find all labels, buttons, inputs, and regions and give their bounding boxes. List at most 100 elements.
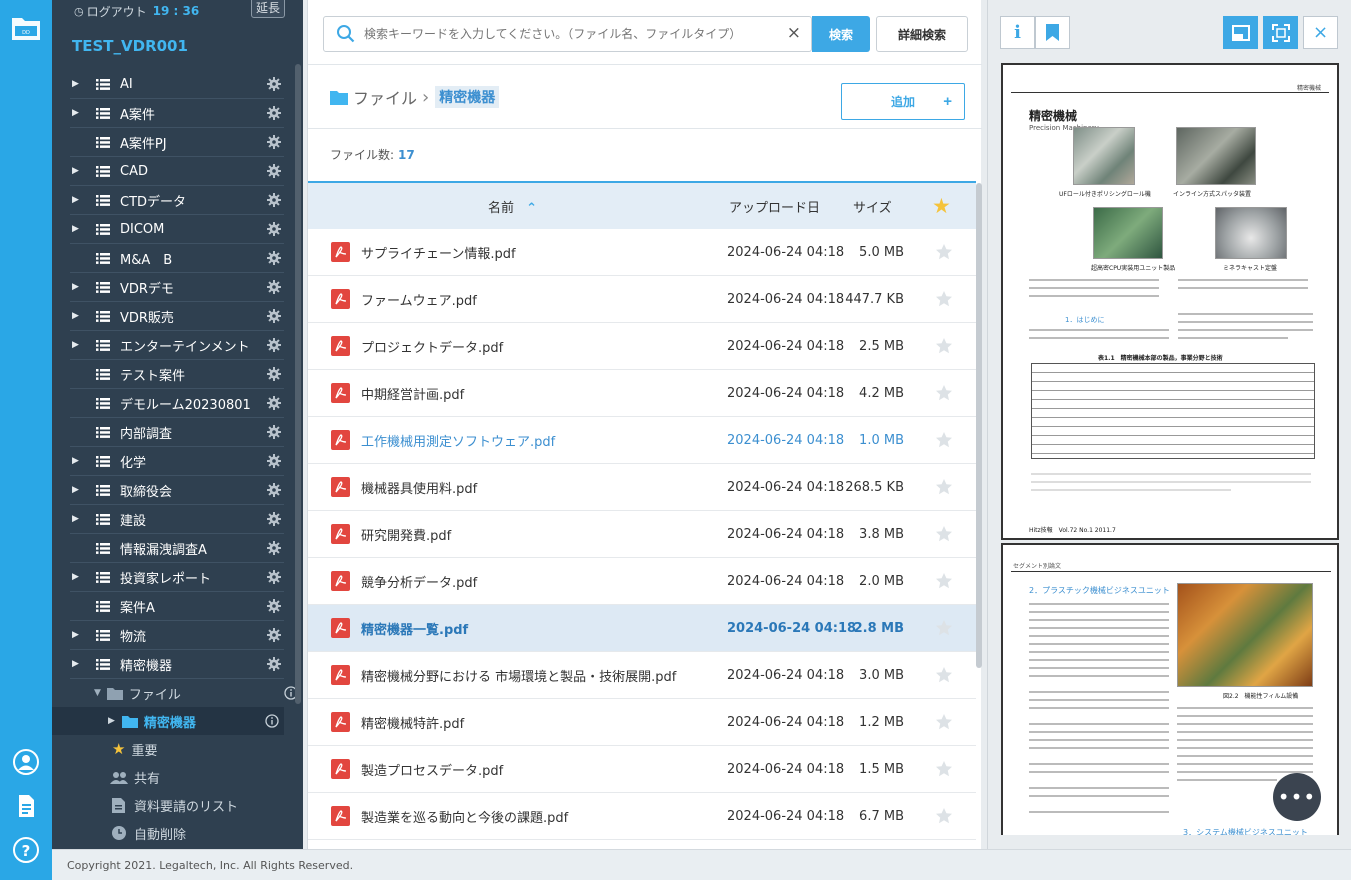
gear-icon[interactable]: [267, 541, 281, 555]
gear-icon[interactable]: [267, 628, 281, 642]
fullscreen-button[interactable]: [1263, 16, 1298, 49]
gear-icon[interactable]: [267, 599, 281, 613]
table-row[interactable]: 競争分析データ.pdf 2024-06-24 04:18 2.0 MB: [308, 558, 976, 605]
breadcrumb-root[interactable]: ファイル: [353, 85, 417, 109]
info-icon[interactable]: [265, 714, 279, 728]
sidebar-folder-item[interactable]: ▶ 精密機器: [70, 650, 284, 679]
table-row[interactable]: 研究開発費.pdf 2024-06-24 04:18 3.8 MB: [308, 511, 976, 558]
preview-page-1[interactable]: 精密機械 精密機械 Precision Machinery UFロール付きポリシ…: [1001, 63, 1339, 540]
sidebar-scrollbar[interactable]: [295, 64, 301, 704]
gear-icon[interactable]: [267, 77, 281, 91]
file-name[interactable]: サプライチェーン情報.pdf: [361, 243, 516, 262]
favorite-star-icon[interactable]: [935, 572, 953, 590]
file-name[interactable]: 精密機器一覧.pdf: [361, 619, 468, 638]
gear-icon[interactable]: [267, 222, 281, 236]
sidebar-folder-item[interactable]: M&A B: [70, 244, 284, 273]
sidebar-item-requests[interactable]: 資料要請のリスト: [52, 791, 303, 819]
sidebar-folder-item[interactable]: ▶ AI: [70, 70, 284, 99]
expand-arrow-icon[interactable]: ▶: [72, 456, 82, 466]
sidebar-folder-item[interactable]: 案件A: [70, 592, 284, 621]
favorite-header-star-icon[interactable]: ★: [932, 194, 951, 218]
favorite-star-icon[interactable]: [935, 619, 953, 637]
table-row[interactable]: 製造プロセスデータ.pdf 2024-06-24 04:18 1.5 MB: [308, 746, 976, 793]
subfolder-active[interactable]: ▶ 精密機器: [52, 707, 284, 735]
sidebar-folder-item[interactable]: 情報漏洩調査A: [70, 534, 284, 563]
gear-icon[interactable]: [267, 396, 281, 410]
expand-arrow-icon[interactable]: ▶: [72, 79, 82, 89]
table-row[interactable]: 精密機器一覧.pdf 2024-06-24 04:18 2.8 MB: [308, 605, 976, 652]
sidebar-folder-item[interactable]: ▶ CAD: [70, 157, 284, 186]
subfolder-file[interactable]: ▼ ファイル: [52, 679, 303, 707]
panel-layout-button[interactable]: [1223, 16, 1258, 49]
gear-icon[interactable]: [267, 135, 281, 149]
sidebar-folder-item[interactable]: ▶ 建設: [70, 505, 284, 534]
gear-icon[interactable]: [267, 251, 281, 265]
sidebar-folder-item[interactable]: ▶ エンターテインメント: [70, 331, 284, 360]
table-row[interactable]: 機械器具使用料.pdf 2024-06-24 04:18 268.5 KB: [308, 464, 976, 511]
close-preview-button[interactable]: ×: [1303, 16, 1338, 49]
gear-icon[interactable]: [267, 338, 281, 352]
more-options-button[interactable]: •••: [1273, 773, 1321, 821]
document-icon[interactable]: [12, 792, 40, 820]
expand-arrow-icon[interactable]: ▶: [72, 282, 82, 292]
gear-icon[interactable]: [267, 483, 281, 497]
search-input[interactable]: [364, 19, 774, 49]
clear-search-icon[interactable]: ×: [787, 23, 801, 43]
file-name[interactable]: 競争分析データ.pdf: [361, 572, 477, 591]
file-name[interactable]: プロジェクトデータ.pdf: [361, 337, 503, 356]
room-name[interactable]: TEST_VDR001: [52, 22, 303, 70]
sidebar-folder-item[interactable]: デモルーム20230801: [70, 389, 284, 418]
gear-icon[interactable]: [267, 512, 281, 526]
gear-icon[interactable]: [267, 193, 281, 207]
expand-arrow-icon[interactable]: ▶: [72, 311, 82, 321]
expand-arrow-icon[interactable]: ▶: [72, 340, 82, 350]
table-row[interactable]: 中期経営計画.pdf 2024-06-24 04:18 4.2 MB: [308, 370, 976, 417]
logo-icon[interactable]: DD: [10, 14, 42, 42]
sidebar-folder-item[interactable]: ▶ 物流: [70, 621, 284, 650]
favorite-star-icon[interactable]: [935, 713, 953, 731]
expand-arrow-icon[interactable]: ▶: [72, 659, 82, 669]
sidebar-item-important[interactable]: ★ 重要: [52, 735, 303, 763]
favorite-star-icon[interactable]: [935, 431, 953, 449]
gear-icon[interactable]: [267, 367, 281, 381]
sidebar-folder-item[interactable]: ▶ VDRデモ: [70, 273, 284, 302]
logout-link[interactable]: ログアウト: [87, 3, 147, 20]
file-name[interactable]: 研究開発費.pdf: [361, 525, 451, 544]
file-name[interactable]: 工作機械用測定ソフトウェア.pdf: [361, 431, 555, 450]
sidebar-item-auto-delete[interactable]: 自動削除: [52, 819, 303, 847]
sidebar-folder-item[interactable]: ▶ 取締役会: [70, 476, 284, 505]
sidebar-folder-item[interactable]: A案件PJ: [70, 128, 284, 157]
table-row[interactable]: 工作機械用測定ソフトウェア.pdf 2024-06-24 04:18 1.0 MB: [308, 417, 976, 464]
sidebar-folder-item[interactable]: ▶ A案件: [70, 99, 284, 128]
favorite-star-icon[interactable]: [935, 760, 953, 778]
gear-icon[interactable]: [267, 454, 281, 468]
sidebar-folder-item[interactable]: テスト案件: [70, 360, 284, 389]
favorite-star-icon[interactable]: [935, 384, 953, 402]
sidebar-folder-item[interactable]: ▶ VDR販売: [70, 302, 284, 331]
table-row[interactable]: プロジェクトデータ.pdf 2024-06-24 04:18 2.5 MB: [308, 323, 976, 370]
extend-button[interactable]: 延長: [251, 0, 285, 18]
expand-arrow-icon[interactable]: ▶: [72, 224, 82, 234]
gear-icon[interactable]: [267, 570, 281, 584]
expand-arrow-icon[interactable]: ▶: [72, 166, 82, 176]
gear-icon[interactable]: [267, 425, 281, 439]
table-row[interactable]: ファームウェア.pdf 2024-06-24 04:18 447.7 KB: [308, 276, 976, 323]
sidebar-item-shared[interactable]: 共有: [52, 763, 303, 791]
gear-icon[interactable]: [267, 309, 281, 323]
table-row[interactable]: 製造業を巡る動向と今後の課題.pdf 2024-06-24 04:18 6.7 MB: [308, 793, 976, 840]
sidebar-folder-item[interactable]: ▶ DICOM: [70, 215, 284, 244]
file-name[interactable]: ファームウェア.pdf: [361, 290, 477, 309]
file-name[interactable]: 精密機械特許.pdf: [361, 713, 464, 732]
gear-icon[interactable]: [267, 657, 281, 671]
favorite-star-icon[interactable]: [935, 478, 953, 496]
file-list-scrollbar[interactable]: [976, 183, 982, 668]
table-row[interactable]: 精密機械分野における 市場環境と製品・技術展開.pdf 2024-06-24 04…: [308, 652, 976, 699]
file-name[interactable]: 製造業を巡る動向と今後の課題.pdf: [361, 807, 568, 826]
expand-arrow-icon[interactable]: ▶: [72, 108, 82, 118]
table-row[interactable]: サプライチェーン情報.pdf 2024-06-24 04:18 5.0 MB: [308, 229, 976, 276]
favorite-star-icon[interactable]: [935, 525, 953, 543]
column-header-date[interactable]: アップロード日: [729, 197, 820, 216]
advanced-search-button[interactable]: 詳細検索: [876, 16, 968, 52]
sidebar-folder-item[interactable]: ▶ CTDデータ: [70, 186, 284, 215]
gear-icon[interactable]: [267, 106, 281, 120]
